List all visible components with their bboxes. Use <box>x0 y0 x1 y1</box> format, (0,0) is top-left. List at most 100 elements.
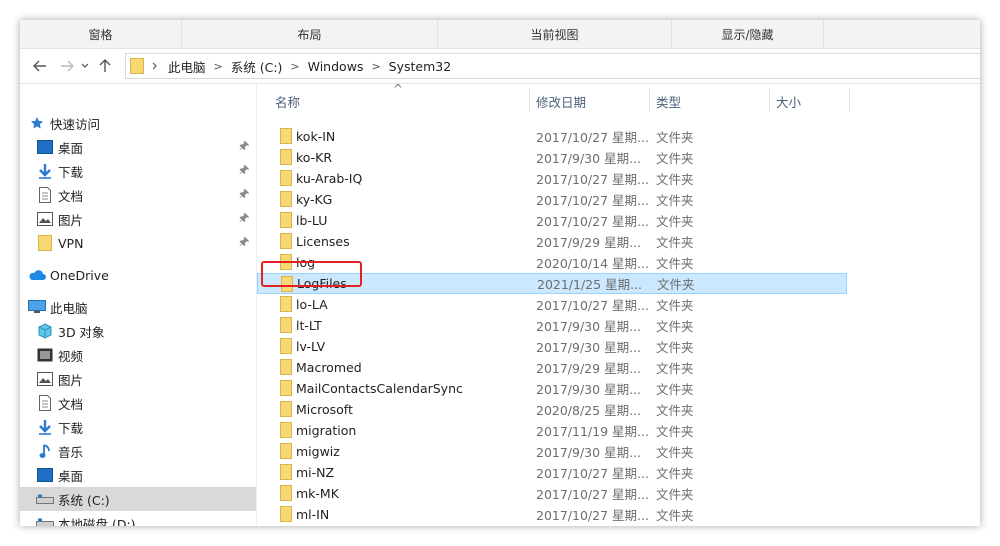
file-modified-date: 2017/10/27 星期... <box>536 298 649 313</box>
folder-icon <box>280 128 292 144</box>
nav-item[interactable]: 此电脑 <box>20 295 256 319</box>
download-icon <box>36 162 54 180</box>
file-row[interactable]: lt-LT 2017/9/30 星期... 文件夹 <box>257 315 847 336</box>
column-modified-date[interactable]: 修改日期 <box>536 92 586 111</box>
file-modified-date: 2017/10/27 星期... <box>536 214 649 229</box>
pin-icon[interactable] <box>239 164 249 178</box>
pin-icon[interactable] <box>239 212 249 226</box>
breadcrumb-separator[interactable]: > <box>286 60 303 73</box>
file-type: 文件夹 <box>656 340 694 355</box>
file-name: kok-IN <box>296 129 336 144</box>
file-name: ml-IN <box>296 507 330 522</box>
address-field[interactable]: 此电脑 > 系统 (C:) > Windows > System32 <box>125 53 980 79</box>
column-name[interactable]: 名称 <box>275 92 300 111</box>
navigation-pane: 快速访问 桌面 下载 文档 图片 VPN OneDrive 此电脑 3D 对象 视频 图片 文档 下载音… <box>20 84 257 526</box>
file-row[interactable]: ml-IN 2017/10/27 星期... 文件夹 <box>257 504 847 525</box>
recent-locations-button[interactable] <box>78 55 92 77</box>
nav-item[interactable]: OneDrive <box>20 263 256 287</box>
nav-item[interactable]: 3D 对象 <box>20 319 256 343</box>
file-modified-date: 2017/10/27 星期... <box>536 466 649 481</box>
breadcrumb-separator[interactable]: > <box>210 60 227 73</box>
file-row[interactable]: MailContactsCalendarSync 2017/9/30 星期... 文… <box>257 378 847 399</box>
nav-item[interactable]: 本地磁盘 (D:) <box>20 511 256 526</box>
column-size[interactable]: 大小 <box>776 92 801 111</box>
folder-icon <box>280 212 292 228</box>
up-button[interactable] <box>94 55 116 77</box>
explorer-window: 窗格 布局 当前视图 显示/隐藏 此电脑 > 系统 (C:) > Windows… <box>20 20 980 526</box>
folder-icon <box>280 149 292 165</box>
nav-item[interactable]: 下载 <box>20 159 256 183</box>
breadcrumb-windows[interactable]: Windows <box>304 59 368 74</box>
file-modified-date: 2017/9/30 星期... <box>536 382 641 397</box>
nav-item-label: 文档 <box>58 188 84 204</box>
file-row[interactable]: lv-LV 2017/9/30 星期... 文件夹 <box>257 336 847 357</box>
nav-item[interactable]: 文档 <box>20 391 256 415</box>
pin-icon[interactable] <box>239 188 249 202</box>
back-button[interactable] <box>29 55 51 77</box>
ribbon-group-current-view[interactable]: 当前视图 <box>438 20 672 48</box>
file-list: ^ 名称 修改日期 类型 大小 kok-IN 2017/10/27 星期... 文件… <box>257 82 980 526</box>
pin-icon[interactable] <box>239 236 249 250</box>
file-row[interactable]: Microsoft 2020/8/25 星期... 文件夹 <box>257 399 847 420</box>
file-name: lb-LU <box>296 213 328 228</box>
nav-item[interactable]: 图片 <box>20 207 256 231</box>
nav-item[interactable]: 系统 (C:) <box>20 487 256 511</box>
nav-item[interactable]: VPN <box>20 231 256 255</box>
ribbon-group-show-hide[interactable]: 显示/隐藏 <box>672 20 824 48</box>
column-type[interactable]: 类型 <box>656 92 681 111</box>
file-row[interactable]: kok-IN 2017/10/27 星期... 文件夹 <box>257 126 847 147</box>
document-icon <box>36 186 54 204</box>
file-row[interactable]: migwiz 2017/9/30 星期... 文件夹 <box>257 441 847 462</box>
sort-ascending-icon: ^ <box>393 82 404 96</box>
file-row[interactable]: mk-MK 2017/10/27 星期... 文件夹 <box>257 483 847 504</box>
file-row[interactable]: mi-NZ 2017/10/27 星期... 文件夹 <box>257 462 847 483</box>
nav-item[interactable]: 文档 <box>20 183 256 207</box>
nav-item-label: 桌面 <box>58 140 84 156</box>
nav-item[interactable]: 快速访问 <box>20 111 256 135</box>
column-divider[interactable] <box>849 88 850 112</box>
file-modified-date: 2017/10/27 星期... <box>536 508 649 523</box>
file-row[interactable]: ku-Arab-IQ 2017/10/27 星期... 文件夹 <box>257 168 847 189</box>
nav-item-label: 桌面 <box>58 468 84 484</box>
breadcrumb-separator[interactable]: > <box>367 60 384 73</box>
file-type: 文件夹 <box>656 193 694 208</box>
breadcrumb-system-c[interactable]: 系统 (C:) <box>227 57 287 76</box>
nav-item[interactable]: 桌面 <box>20 463 256 487</box>
folder-icon <box>280 401 292 417</box>
desktop-icon <box>36 138 54 156</box>
folder-icon <box>280 464 292 480</box>
column-divider[interactable] <box>529 88 530 112</box>
file-name: lv-LV <box>296 339 326 354</box>
nav-item[interactable]: 视频 <box>20 343 256 367</box>
file-type: 文件夹 <box>656 130 694 145</box>
folder-icon <box>280 296 292 312</box>
file-row[interactable]: lb-LU 2017/10/27 星期... 文件夹 <box>257 210 847 231</box>
ribbon-group-pane[interactable]: 窗格 <box>20 20 182 48</box>
folder-icon <box>280 422 292 438</box>
nav-item[interactable]: 图片 <box>20 367 256 391</box>
breadcrumb-this-pc[interactable]: 此电脑 <box>164 57 210 76</box>
picture-icon <box>36 210 54 228</box>
highlight-box <box>261 261 362 287</box>
file-row[interactable]: migration 2017/11/19 星期... 文件夹 <box>257 420 847 441</box>
column-divider[interactable] <box>769 88 770 112</box>
drive-icon <box>36 514 54 526</box>
forward-button[interactable] <box>56 55 78 77</box>
file-row[interactable]: ko-KR 2017/9/30 星期... 文件夹 <box>257 147 847 168</box>
nav-item-label: 3D 对象 <box>58 324 105 340</box>
file-row[interactable]: ky-KG 2017/10/27 星期... 文件夹 <box>257 189 847 210</box>
file-row[interactable]: Macromed 2017/9/29 星期... 文件夹 <box>257 357 847 378</box>
pin-icon[interactable] <box>239 140 249 154</box>
column-divider[interactable] <box>649 88 650 112</box>
ribbon-group-extra <box>824 20 880 48</box>
ribbon-group-layout[interactable]: 布局 <box>182 20 438 48</box>
nav-item[interactable]: 下载 <box>20 415 256 439</box>
file-row[interactable]: Licenses 2017/9/29 星期... 文件夹 <box>257 231 847 252</box>
file-row[interactable]: lo-LA 2017/10/27 星期... 文件夹 <box>257 294 847 315</box>
file-modified-date: 2017/11/19 星期... <box>536 424 649 439</box>
file-name: mk-MK <box>296 486 339 501</box>
nav-item[interactable]: 桌面 <box>20 135 256 159</box>
nav-item[interactable]: 音乐 <box>20 439 256 463</box>
breadcrumb-system32[interactable]: System32 <box>385 59 456 74</box>
file-name: migwiz <box>296 444 340 459</box>
